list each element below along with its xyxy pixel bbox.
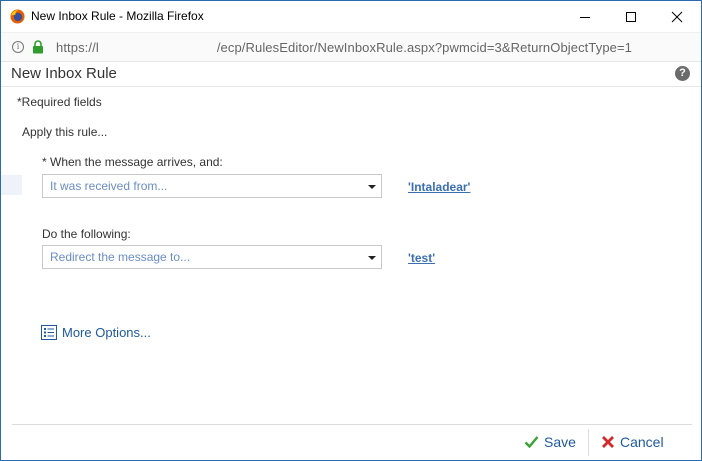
close-button[interactable] [654,1,700,32]
maximize-icon [626,11,636,22]
required-fields-note: *Required fields [17,95,102,109]
firefox-icon [10,9,25,24]
info-icon[interactable]: i [12,41,24,53]
help-icon[interactable]: ? [675,66,690,81]
checkmark-icon [524,436,539,449]
browser-window: New Inbox Rule - Mozilla Firefox i https… [0,0,702,461]
url-redacted [99,48,217,49]
lock-icon[interactable] [32,40,44,54]
window-title: New Inbox Rule - Mozilla Firefox [31,9,204,23]
action-select-value: Redirect the message to... [50,250,191,264]
cancel-button[interactable]: Cancel [601,432,664,452]
maximize-button[interactable] [608,1,654,32]
list-icon [41,324,57,340]
more-options-button[interactable]: More Options... [41,323,151,341]
save-button[interactable]: Save [524,432,576,452]
close-icon [671,11,683,22]
chevron-down-icon [368,256,376,260]
close-icon [602,436,614,448]
action-label: Do the following: [42,227,131,241]
page-header: New Inbox Rule ? [1,61,701,87]
apply-rule-label: Apply this rule... [22,125,108,139]
footer-separator [588,429,589,456]
page-title: New Inbox Rule [11,65,117,82]
url-path: /ecp/RulesEditor/NewInboxRule.aspx?pwmci… [216,40,633,55]
condition-select-value: It was received from... [50,179,168,193]
condition-value-link[interactable]: 'Intaladear' [408,180,470,194]
save-label: Save [544,434,576,450]
chevron-down-icon [368,185,376,189]
more-options-label: More Options... [62,324,151,340]
address-bar[interactable]: i https://l/ecp/RulesEditor/NewInboxRule… [1,32,701,62]
footer-divider [12,424,692,425]
condition-select[interactable]: It was received from... [42,174,382,198]
row-marker [1,175,22,195]
action-select[interactable]: Redirect the message to... [42,245,382,269]
cancel-label: Cancel [620,434,664,450]
title-bar: New Inbox Rule - Mozilla Firefox [1,1,701,32]
minimize-icon [580,16,590,18]
condition-label: * When the message arrives, and: [42,155,223,169]
url-prefix: https://l [56,40,99,55]
minimize-button[interactable] [562,1,608,32]
url-text[interactable]: https://l/ecp/RulesEditor/NewInboxRule.a… [56,40,632,55]
action-value-link[interactable]: 'test' [408,251,435,265]
